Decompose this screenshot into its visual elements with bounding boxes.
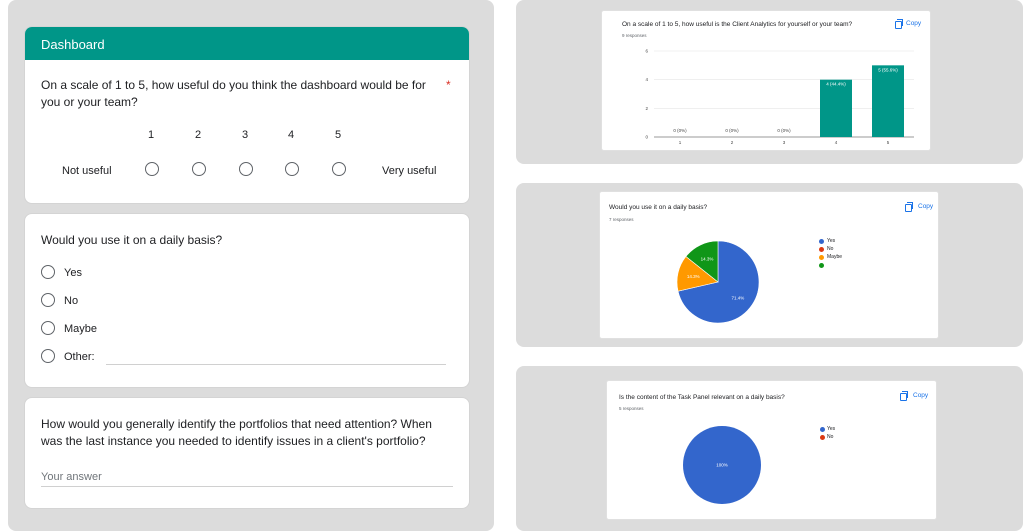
legend-dot-other — [819, 263, 824, 268]
scale-label-4: 4 — [287, 129, 295, 141]
scale-label-5: 5 — [334, 129, 342, 141]
pie-chart-daily-use: 71.4% 14.3% 14.3% — [676, 240, 760, 324]
option-radio-other[interactable] — [41, 349, 55, 363]
legend-dot-maybe — [819, 255, 824, 260]
pie-chart-card-2: Is the content of the Task Panel relevan… — [606, 380, 937, 520]
bar-5 — [872, 65, 904, 137]
copy-button[interactable]: Copy — [918, 203, 933, 210]
pie-chart-card-1: Would you use it on a daily basis? 7 res… — [599, 191, 939, 339]
results-panel-1: On a scale of 1 to 5, how useful is the … — [516, 0, 1023, 164]
bar-data-label: 5 (55.6%) — [878, 67, 898, 72]
scale-radio-1[interactable] — [145, 162, 159, 176]
section-header: Dashboard — [25, 27, 469, 60]
high-label: Very useful — [382, 165, 437, 177]
scale-radio-4[interactable] — [285, 162, 299, 176]
scale-radio-5[interactable] — [332, 162, 346, 176]
copy-icon[interactable] — [905, 202, 913, 212]
copy-icon[interactable] — [900, 391, 908, 401]
q3-text: How would you generally identify the por… — [41, 417, 432, 448]
q1-text: On a scale of 1 to 5, how useful do you … — [41, 78, 426, 109]
scale-radio-2[interactable] — [192, 162, 206, 176]
y-tick-label: 4 — [645, 77, 648, 82]
copy-button[interactable]: Copy — [906, 20, 921, 27]
pie-slice-label: 14.3% — [701, 257, 714, 262]
bar-data-label: 0 (0%) — [777, 128, 791, 133]
y-tick-label: 0 — [645, 135, 648, 140]
option-label-yes: Yes — [64, 267, 82, 279]
option-radio-no[interactable] — [41, 293, 55, 307]
option-label-no: No — [64, 295, 79, 307]
legend-label-yes: Yes — [827, 238, 836, 244]
x-tick-label: 4 — [835, 140, 838, 145]
option-radio-yes[interactable] — [41, 265, 55, 279]
legend-dot-yes — [820, 427, 825, 432]
legend-label-maybe: Maybe — [827, 254, 843, 260]
copy-icon[interactable] — [895, 19, 903, 29]
scale-label-3: 3 — [241, 129, 249, 141]
bar-data-label: 0 (0%) — [673, 128, 687, 133]
x-tick-label: 3 — [783, 140, 786, 145]
y-tick-label: 2 — [645, 106, 648, 111]
x-tick-label: 1 — [679, 140, 682, 145]
legend-label-yes: Yes — [827, 426, 836, 432]
bar-data-label: 4 (44.4%) — [826, 82, 846, 87]
portfolio-question-card: How would you generally identify the por… — [24, 397, 470, 509]
low-label: Not useful — [62, 165, 112, 177]
y-tick-label: 6 — [645, 49, 648, 54]
other-text-input[interactable] — [106, 364, 446, 365]
option-radio-maybe[interactable] — [41, 321, 55, 335]
chart2-title: Would you use it on a daily basis? — [609, 204, 708, 211]
scale-label-2: 2 — [194, 129, 202, 141]
copy-button[interactable]: Copy — [913, 392, 928, 399]
chart3-responses: 5 responses — [619, 406, 644, 411]
legend-dot-no — [820, 435, 825, 440]
chart3-title: Is the content of the Task Panel relevan… — [619, 394, 785, 401]
required-asterisk: * — [446, 78, 451, 92]
chart2-responses: 7 responses — [609, 217, 634, 222]
x-tick-label: 5 — [887, 140, 890, 145]
form-panel: Dashboard On a scale of 1 to 5, how usef… — [8, 0, 494, 531]
results-panel-2: Would you use it on a daily basis? 7 res… — [516, 183, 1023, 347]
pie-slice-label: 71.4% — [732, 295, 745, 300]
scale-radio-3[interactable] — [239, 162, 253, 176]
option-label-other: Other: — [64, 351, 95, 363]
chart1-title: On a scale of 1 to 5, how useful is the … — [622, 21, 853, 28]
pie-slice-label: 14.3% — [687, 274, 700, 279]
bar-chart: 0 2 4 6 0 (0%) 1 0 (0%) 2 0 (0%) 3 4 (44.4%) 4 5 (55… — [645, 49, 914, 145]
legend-dot-no — [819, 247, 824, 252]
legend-label-no: No — [827, 246, 834, 252]
dashboard-question-card: Dashboard On a scale of 1 to 5, how usef… — [24, 26, 470, 204]
answer-placeholder: Your answer — [41, 471, 102, 483]
scale-label-1: 1 — [147, 129, 155, 141]
pie-slice-label: 100% — [716, 463, 728, 468]
results-panel-3: Is the content of the Task Panel relevan… — [516, 366, 1023, 531]
legend-dot-yes — [819, 239, 824, 244]
daily-use-question-card: Would you use it on a daily basis? Yes N… — [24, 213, 470, 388]
bar-4 — [820, 79, 852, 137]
legend-label-no: No — [827, 434, 834, 440]
x-tick-label: 2 — [731, 140, 734, 145]
bar-chart-card: On a scale of 1 to 5, how useful is the … — [601, 10, 931, 151]
q2-text: Would you use it on a daily basis? — [41, 233, 223, 247]
option-label-maybe: Maybe — [64, 323, 98, 335]
chart1-responses: 9 responses — [622, 33, 647, 38]
pie-chart-task-panel: 100% — [683, 426, 761, 504]
answer-input[interactable] — [41, 486, 453, 487]
bar-data-label: 0 (0%) — [725, 128, 739, 133]
